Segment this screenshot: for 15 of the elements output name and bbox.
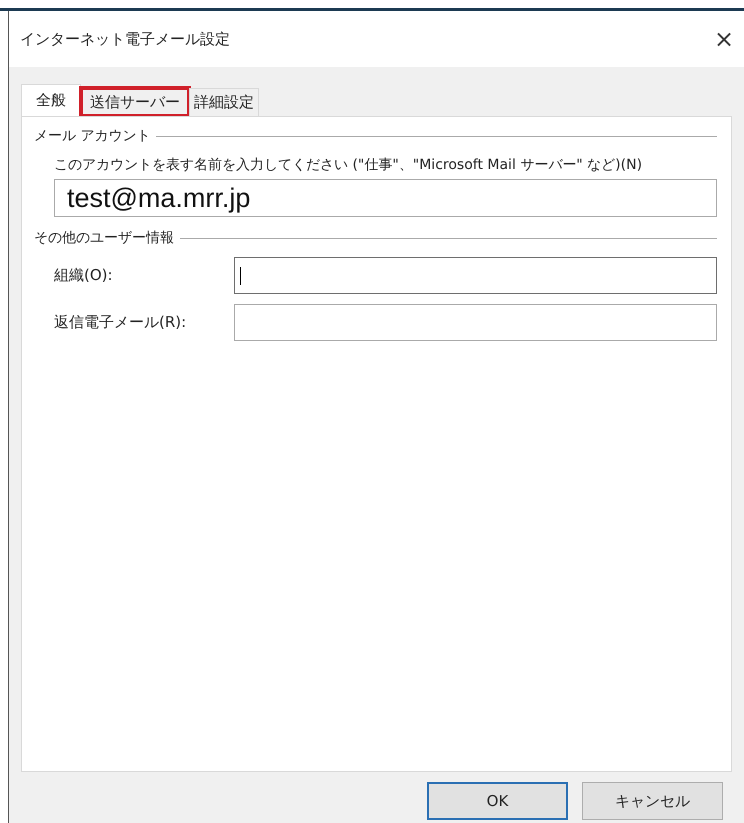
group-heading: その他のユーザー情報 [34,229,174,247]
account-name-prompt: このアカウントを表す名前を入力してください ("仕事"、"Microsoft Mail サーバー" など)(N) [54,156,644,175]
group-heading: メール アカウント [34,127,150,145]
input-field[interactable] [234,304,717,341]
input-field[interactable] [234,257,717,294]
tab[interactable]: 送信サーバー [81,88,189,116]
dialog-button[interactable]: OK [427,782,568,820]
window-title: インターネット電子メール設定 [20,30,230,48]
field-label: 返信電子メール(R): [54,313,188,332]
account-name-field[interactable]: test@ma.mrr.jp [54,179,717,217]
tab[interactable]: 詳細設定 [189,88,259,116]
close-button[interactable]: × [704,25,744,53]
tab[interactable]: 全般 [21,84,81,116]
dialog-button[interactable]: キャンセル [582,782,723,820]
field-label: 組織(O): [54,266,114,285]
